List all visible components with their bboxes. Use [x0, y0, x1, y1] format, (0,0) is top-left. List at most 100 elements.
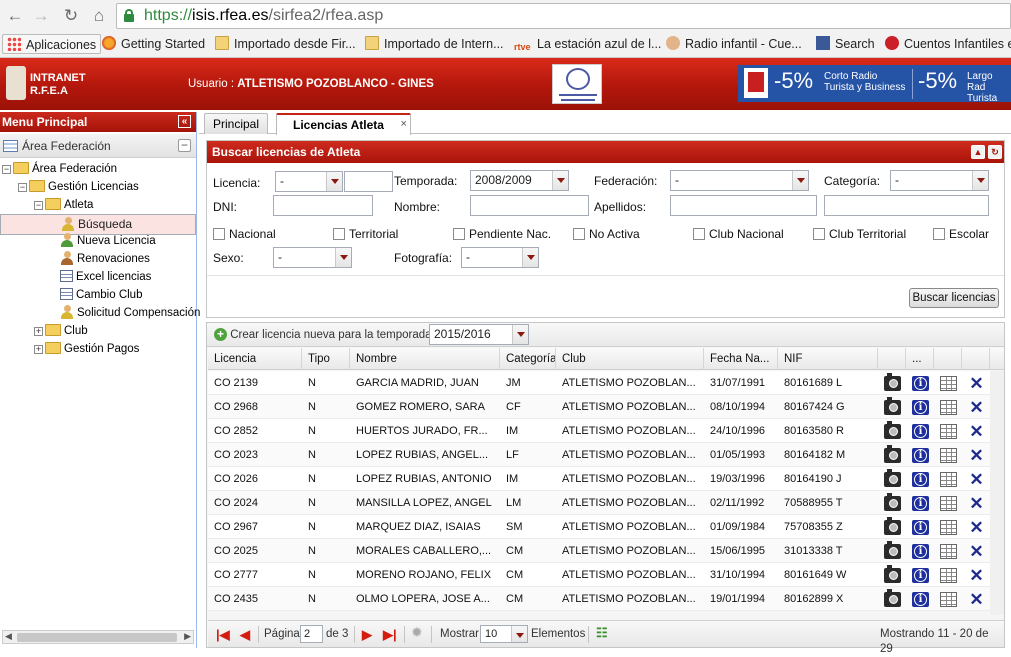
- check-no-activa[interactable]: No Activa: [573, 227, 640, 241]
- fotografia-select[interactable]: -: [461, 247, 539, 268]
- sexo-select[interactable]: -: [273, 247, 352, 268]
- reload-icon[interactable]: ↻: [60, 5, 82, 27]
- check-club-nacional[interactable]: Club Nacional: [693, 227, 784, 241]
- grid-icon[interactable]: [940, 400, 957, 415]
- delete-icon[interactable]: ✕: [968, 375, 985, 392]
- delete-icon[interactable]: ✕: [968, 399, 985, 416]
- info-icon[interactable]: i: [912, 544, 929, 559]
- export-tree-icon[interactable]: ☷: [596, 625, 608, 640]
- licencia-select[interactable]: -: [275, 171, 343, 192]
- bookmark-folder-firefox[interactable]: Importado desde Fir...: [215, 34, 356, 54]
- check-escolar[interactable]: Escolar: [933, 227, 989, 241]
- table-row[interactable]: CO 2968 N GOMEZ ROMERO, SARA CF ATLETISMO PO…: [208, 395, 990, 419]
- delete-icon[interactable]: ✕: [968, 447, 985, 464]
- delete-icon[interactable]: ✕: [968, 423, 985, 440]
- bookmark-cuentos[interactable]: Cuentos Infantiles e: [885, 34, 1011, 54]
- camera-icon[interactable]: [884, 493, 901, 511]
- info-icon[interactable]: i: [912, 424, 929, 439]
- dni-input[interactable]: [273, 195, 373, 216]
- tree-excel-licencias[interactable]: Excel licencias: [60, 268, 151, 286]
- info-icon[interactable]: i: [912, 568, 929, 583]
- back-arrow-icon[interactable]: ←: [4, 5, 26, 27]
- tree-atleta[interactable]: − Atleta: [34, 196, 93, 214]
- camera-icon[interactable]: [884, 565, 901, 583]
- apellidos-input-1[interactable]: [670, 195, 817, 216]
- camera-icon[interactable]: [884, 421, 901, 439]
- col-categoria[interactable]: Categoría: [500, 348, 556, 370]
- camera-icon[interactable]: [884, 469, 901, 487]
- create-season-select[interactable]: 2015/2016: [429, 324, 529, 345]
- camera-icon[interactable]: [884, 589, 901, 607]
- checkbox[interactable]: [213, 228, 225, 240]
- delete-icon[interactable]: ✕: [968, 543, 985, 560]
- bookmark-getting-started[interactable]: Getting Started: [102, 34, 205, 54]
- table-row[interactable]: CO 2023 N LOPEZ RUBIAS, ANGEL... LF ATLETISM…: [208, 443, 990, 467]
- table-row[interactable]: CO 2435 N OLMO LOPERA, JOSE A... CM ATLETISM…: [208, 587, 990, 611]
- table-row[interactable]: CO 2852 N HUERTOS JURADO, FR... IM ATLETISMO…: [208, 419, 990, 443]
- home-icon[interactable]: ⌂: [88, 5, 110, 27]
- info-icon[interactable]: i: [912, 376, 929, 391]
- grid-icon[interactable]: [940, 592, 957, 607]
- col-fecha-nacimiento[interactable]: Fecha Na...: [704, 348, 778, 370]
- info-icon[interactable]: i: [912, 496, 929, 511]
- grid-icon[interactable]: [940, 448, 957, 463]
- table-row[interactable]: CO 2967 N MARQUEZ DIAZ, ISAIAS SM ATLETISMO …: [208, 515, 990, 539]
- check-club-territorial[interactable]: Club Territorial: [813, 227, 906, 241]
- address-bar[interactable]: https://isis.rfea.es/sirfea2/rfea.asp: [116, 3, 1011, 29]
- sidebar-hscrollbar[interactable]: ◀ ▶: [2, 630, 194, 644]
- tree-renovaciones[interactable]: Renovaciones: [60, 250, 150, 268]
- table-row[interactable]: CO 2025 N MORALES CABALLERO,... CM ATLETISMO…: [208, 539, 990, 563]
- buscar-licencias-button[interactable]: Buscar licencias: [909, 288, 999, 308]
- table-row[interactable]: CO 2777 N MORENO ROJANO, FELIX CM ATLETISMO …: [208, 563, 990, 587]
- col-nombre[interactable]: Nombre: [350, 348, 500, 370]
- bookmark-radio-infantil[interactable]: Radio infantil - Cue...: [666, 34, 802, 54]
- checkbox[interactable]: [453, 228, 465, 240]
- check-nacional[interactable]: Nacional: [213, 227, 276, 241]
- collapse-icon[interactable]: «: [178, 115, 191, 128]
- tab-licencias-atleta[interactable]: Licencias Atleta ×: [276, 113, 411, 135]
- camera-icon[interactable]: [884, 517, 901, 535]
- apellidos-input-2[interactable]: [824, 195, 989, 216]
- next-page-icon[interactable]: ▶: [362, 627, 372, 642]
- nombre-input[interactable]: [470, 195, 589, 216]
- info-icon[interactable]: i: [912, 592, 929, 607]
- page-input[interactable]: 2: [300, 625, 323, 643]
- check-territorial[interactable]: Territorial: [333, 227, 398, 241]
- col-licencia[interactable]: Licencia: [208, 348, 302, 370]
- refresh-icon[interactable]: ✹: [411, 625, 423, 640]
- info-icon[interactable]: i: [912, 520, 929, 535]
- sidebar-section[interactable]: Área Federación −: [0, 134, 196, 158]
- grid-icon[interactable]: [940, 568, 957, 583]
- forward-arrow-icon[interactable]: →: [30, 5, 52, 27]
- checkbox[interactable]: [333, 228, 345, 240]
- check-pendiente-nac[interactable]: Pendiente Nac.: [453, 227, 551, 241]
- bookmark-search[interactable]: Search: [816, 34, 875, 54]
- refresh-panel-icon[interactable]: ↻: [988, 145, 1002, 159]
- grid-icon[interactable]: [940, 520, 957, 535]
- first-page-icon[interactable]: |◀: [216, 627, 230, 642]
- licencia-number-input[interactable]: [344, 171, 393, 192]
- grid-icon[interactable]: [940, 376, 957, 391]
- tree-area-federacion[interactable]: − Área Federación: [2, 160, 117, 178]
- close-tab-icon[interactable]: ×: [401, 114, 407, 134]
- bookmark-estacion-azul[interactable]: rtve La estación azul de l...: [514, 34, 661, 54]
- tree-solicitud-compensacion[interactable]: Solicitud Compensación: [60, 304, 200, 322]
- col-nif[interactable]: NIF: [778, 348, 878, 370]
- categoria-select[interactable]: -: [890, 170, 989, 191]
- camera-icon[interactable]: [884, 541, 901, 559]
- minus-icon[interactable]: −: [178, 139, 191, 152]
- col-tipo[interactable]: Tipo: [302, 348, 350, 370]
- tree-club[interactable]: + Club: [34, 322, 88, 340]
- tree-nueva-licencia[interactable]: Nueva Licencia: [60, 232, 156, 250]
- info-icon[interactable]: i: [912, 472, 929, 487]
- checkbox[interactable]: [813, 228, 825, 240]
- last-page-icon[interactable]: ▶|: [383, 627, 397, 642]
- delete-icon[interactable]: ✕: [968, 495, 985, 512]
- tree-gestion-pagos[interactable]: + Gestión Pagos: [34, 340, 139, 358]
- camera-icon[interactable]: [884, 397, 901, 415]
- checkbox[interactable]: [933, 228, 945, 240]
- camera-icon[interactable]: [884, 373, 901, 391]
- collapse-panel-icon[interactable]: ▲: [971, 145, 985, 159]
- tree-cambio-club[interactable]: Cambio Club: [60, 286, 142, 304]
- prev-page-icon[interactable]: ◀: [240, 627, 250, 642]
